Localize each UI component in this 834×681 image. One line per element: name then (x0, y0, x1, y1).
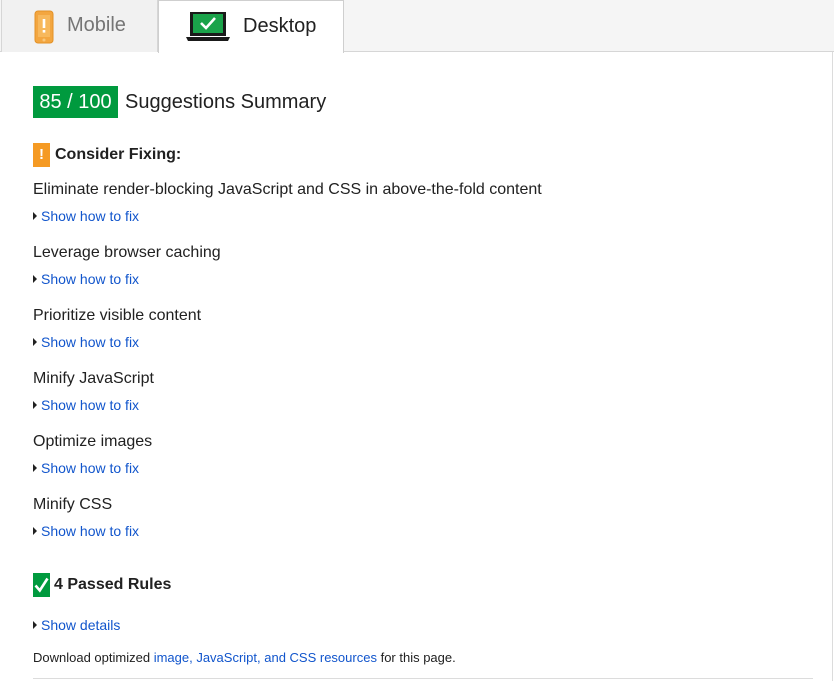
expand-arrow-icon (33, 212, 37, 220)
warning-icon: ! (33, 143, 50, 167)
rule-title: Eliminate render-blocking JavaScript and… (33, 181, 542, 198)
show-how-to-fix-link[interactable]: Show how to fix (33, 522, 793, 540)
show-how-to-fix-label[interactable]: Show how to fix (41, 270, 139, 288)
tab-mobile[interactable]: Mobile (1, 0, 158, 52)
rule-item: Optimize images Show how to fix (33, 432, 793, 477)
rule-item: Minify CSS Show how to fix (33, 495, 793, 540)
rule-item: Prioritize visible content Show how to f… (33, 306, 793, 351)
show-how-to-fix-link[interactable]: Show how to fix (33, 333, 793, 351)
show-details-link[interactable]: Show details (33, 616, 120, 634)
tab-desktop-label: Desktop (243, 15, 317, 37)
show-details-label[interactable]: Show details (41, 616, 120, 634)
show-how-to-fix-label[interactable]: Show how to fix (41, 333, 139, 351)
rule-title: Leverage browser caching (33, 244, 221, 261)
expand-arrow-icon (33, 275, 37, 283)
expand-arrow-icon (33, 621, 37, 629)
expand-arrow-icon (33, 527, 37, 535)
rule-title: Minify JavaScript (33, 370, 154, 387)
suggestions-summary: 85 / 100 Suggestions Summary (33, 86, 326, 118)
passed-rules-header: 4 Passed Rules (33, 573, 171, 597)
show-how-to-fix-label[interactable]: Show how to fix (41, 522, 139, 540)
consider-fixing-title: Consider Fixing: (55, 146, 182, 163)
show-how-to-fix-label[interactable]: Show how to fix (41, 459, 139, 477)
show-how-to-fix-label[interactable]: Show how to fix (41, 396, 139, 414)
consider-fixing-header: ! Consider Fixing: (33, 143, 181, 167)
download-prefix: Download optimized (33, 650, 154, 665)
expand-arrow-icon (33, 464, 37, 472)
tab-desktop[interactable]: Desktop (158, 0, 344, 53)
rule-item: Minify JavaScript Show how to fix (33, 369, 793, 414)
download-resources-link[interactable]: image, JavaScript, and CSS resources (154, 650, 377, 665)
device-tab-bar: Mobile Desktop (0, 0, 834, 53)
panel-bottom-divider (33, 678, 813, 679)
expand-arrow-icon (33, 338, 37, 346)
page-title: Suggestions Summary (125, 90, 327, 113)
download-suffix: for this page. (376, 650, 456, 665)
show-how-to-fix-link[interactable]: Show how to fix (33, 459, 793, 477)
tab-mobile-label: Mobile (67, 14, 126, 36)
rule-item: Leverage browser caching Show how to fix (33, 243, 793, 288)
show-how-to-fix-label[interactable]: Show how to fix (41, 207, 139, 225)
show-how-to-fix-link[interactable]: Show how to fix (33, 270, 793, 288)
expand-arrow-icon (33, 401, 37, 409)
rule-item: Eliminate render-blocking JavaScript and… (33, 180, 793, 225)
panel-right-border (832, 52, 833, 681)
show-how-to-fix-link[interactable]: Show how to fix (33, 396, 793, 414)
rule-title: Minify CSS (33, 496, 113, 513)
laptop-check-icon (184, 11, 232, 49)
phone-warning-icon (34, 10, 54, 50)
rule-title: Prioritize visible content (33, 307, 202, 324)
score-badge: 85 / 100 (33, 86, 118, 118)
show-how-to-fix-link[interactable]: Show how to fix (33, 207, 793, 225)
download-optimized-text: Download optimized image, JavaScript, an… (33, 650, 456, 665)
passed-rules-title: 4 Passed Rules (54, 576, 172, 593)
check-icon (33, 573, 50, 597)
rule-title: Optimize images (33, 433, 153, 450)
